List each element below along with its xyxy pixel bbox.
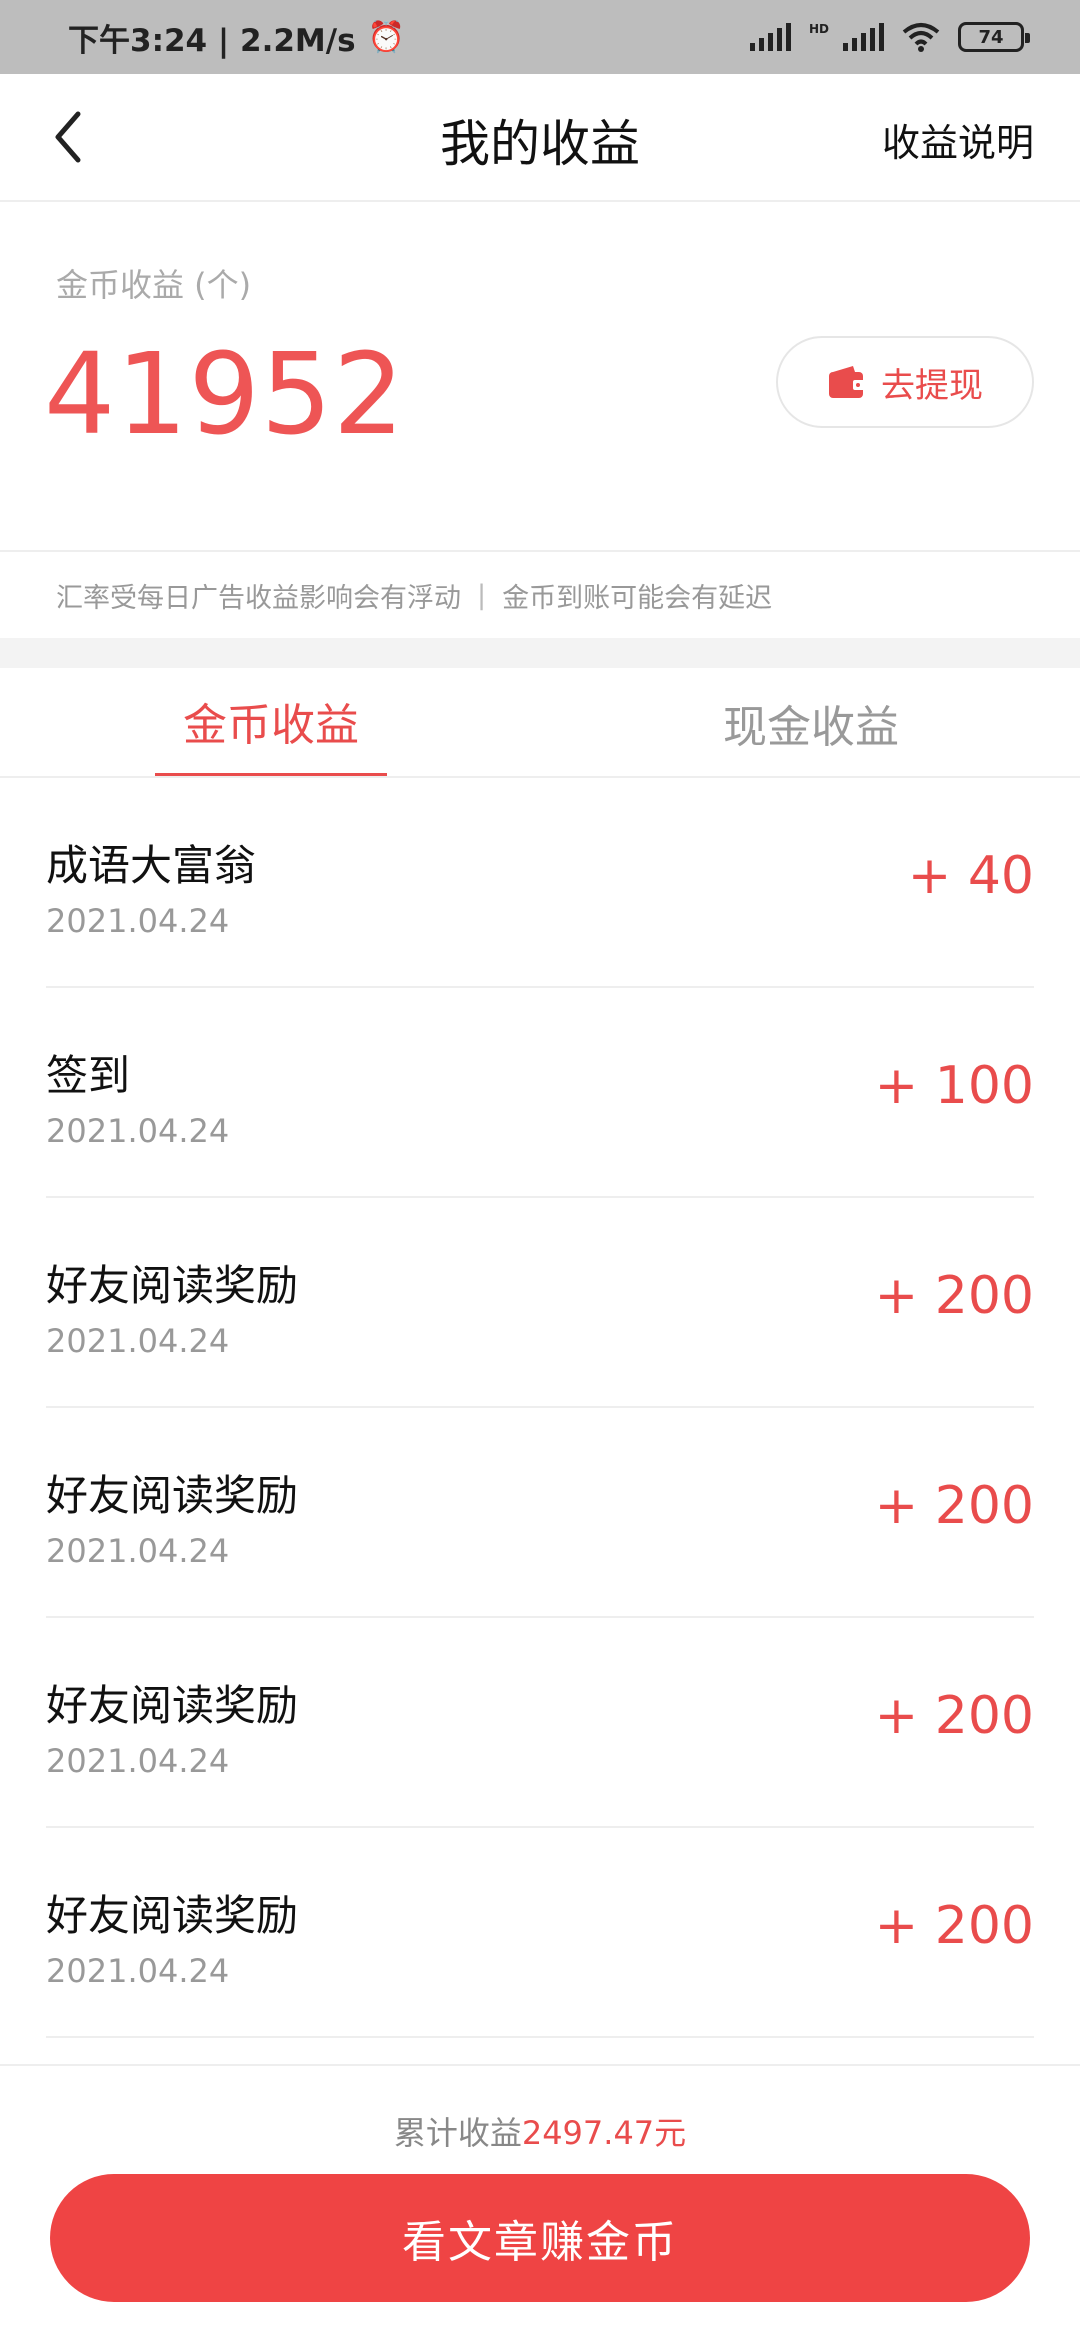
- battery-icon: 74: [958, 22, 1030, 52]
- item-amount: + 200: [874, 1896, 1034, 1956]
- list-item[interactable]: 好友阅读奖励 2021.04.24 + 200: [46, 1618, 1034, 1828]
- list-item[interactable]: 成语大富翁 2021.04.24 + 40: [46, 778, 1034, 988]
- earnings-summary: 金币收益 (个) 41952 去提现: [0, 202, 1080, 550]
- item-date: 2021.04.24: [46, 1952, 230, 1990]
- earnings-list: 成语大富翁 2021.04.24 + 40 签到 2021.04.24 + 10…: [0, 778, 1080, 2038]
- item-title: 好友阅读奖励: [46, 1261, 299, 1310]
- item-amount: + 200: [874, 1476, 1034, 1536]
- earnings-help-link[interactable]: 收益说明: [882, 112, 1034, 167]
- item-amount: + 200: [874, 1686, 1034, 1746]
- read-articles-button[interactable]: 看文章赚金币: [50, 2174, 1030, 2302]
- notice-separator: |: [477, 579, 487, 611]
- coin-amount: 41952: [44, 330, 406, 460]
- item-title: 好友阅读奖励: [46, 1891, 299, 1940]
- list-item[interactable]: 好友阅读奖励 2021.04.24 + 200: [46, 1408, 1034, 1618]
- total-prefix: 累计收益: [393, 2114, 522, 2152]
- item-date: 2021.04.24: [46, 1742, 230, 1780]
- item-amount: + 40: [907, 846, 1034, 906]
- withdraw-label: 去提现: [881, 365, 983, 406]
- status-left: 下午3:24 | 2.2M/s ⏰: [68, 15, 405, 60]
- notice-left: 汇率受每日广告收益影响会有浮动: [56, 582, 461, 614]
- list-item[interactable]: 好友阅读奖励 2021.04.24 + 200: [46, 1828, 1034, 2038]
- item-date: 2021.04.24: [46, 902, 230, 940]
- signal-icon: [749, 23, 791, 51]
- coin-label: 金币收益 (个): [56, 266, 252, 304]
- item-date: 2021.04.24: [46, 1322, 230, 1360]
- item-amount: + 200: [874, 1266, 1034, 1326]
- tab-cash-earnings[interactable]: 现金收益: [695, 668, 927, 778]
- section-divider: [0, 638, 1080, 668]
- item-date: 2021.04.24: [46, 1532, 230, 1570]
- wifi-icon: [902, 23, 940, 52]
- item-title: 好友阅读奖励: [46, 1471, 299, 1520]
- alarm-icon: ⏰: [367, 19, 405, 55]
- total-earnings: 累计收益2497.47元: [0, 2108, 1080, 2154]
- battery-level: 74: [978, 26, 1004, 48]
- list-item[interactable]: 签到 2021.04.24 + 100: [46, 988, 1034, 1198]
- status-time: 下午3:24 | 2.2M/s: [68, 22, 356, 59]
- status-right: HD 74: [749, 22, 1030, 52]
- exchange-notice: 汇率受每日广告收益影响会有浮动 | 金币到账可能会有延迟: [0, 550, 1080, 638]
- app-header: 我的收益 收益说明: [0, 74, 1080, 202]
- wallet-icon: [829, 366, 865, 398]
- tab-coin-earnings[interactable]: 金币收益: [155, 668, 387, 776]
- total-value: 2497.47元: [521, 2114, 687, 2152]
- bottom-bar: 累计收益2497.47元 看文章赚金币: [0, 2064, 1080, 2340]
- notice-right: 金币到账可能会有延迟: [502, 582, 773, 614]
- item-title: 签到: [46, 1051, 131, 1100]
- hd-label: HD: [808, 22, 829, 36]
- signal-icon-2: [843, 23, 884, 51]
- item-title: 好友阅读奖励: [46, 1681, 299, 1730]
- list-item[interactable]: 好友阅读奖励 2021.04.24 + 200: [46, 1198, 1034, 1408]
- withdraw-button[interactable]: 去提现: [776, 336, 1034, 428]
- item-amount: + 100: [874, 1056, 1034, 1116]
- item-title: 成语大富翁: [46, 841, 257, 890]
- status-bar: 下午3:24 | 2.2M/s ⏰ HD 74: [0, 0, 1080, 74]
- item-date: 2021.04.24: [46, 1112, 230, 1150]
- earnings-tabs: 金币收益 现金收益: [0, 668, 1080, 778]
